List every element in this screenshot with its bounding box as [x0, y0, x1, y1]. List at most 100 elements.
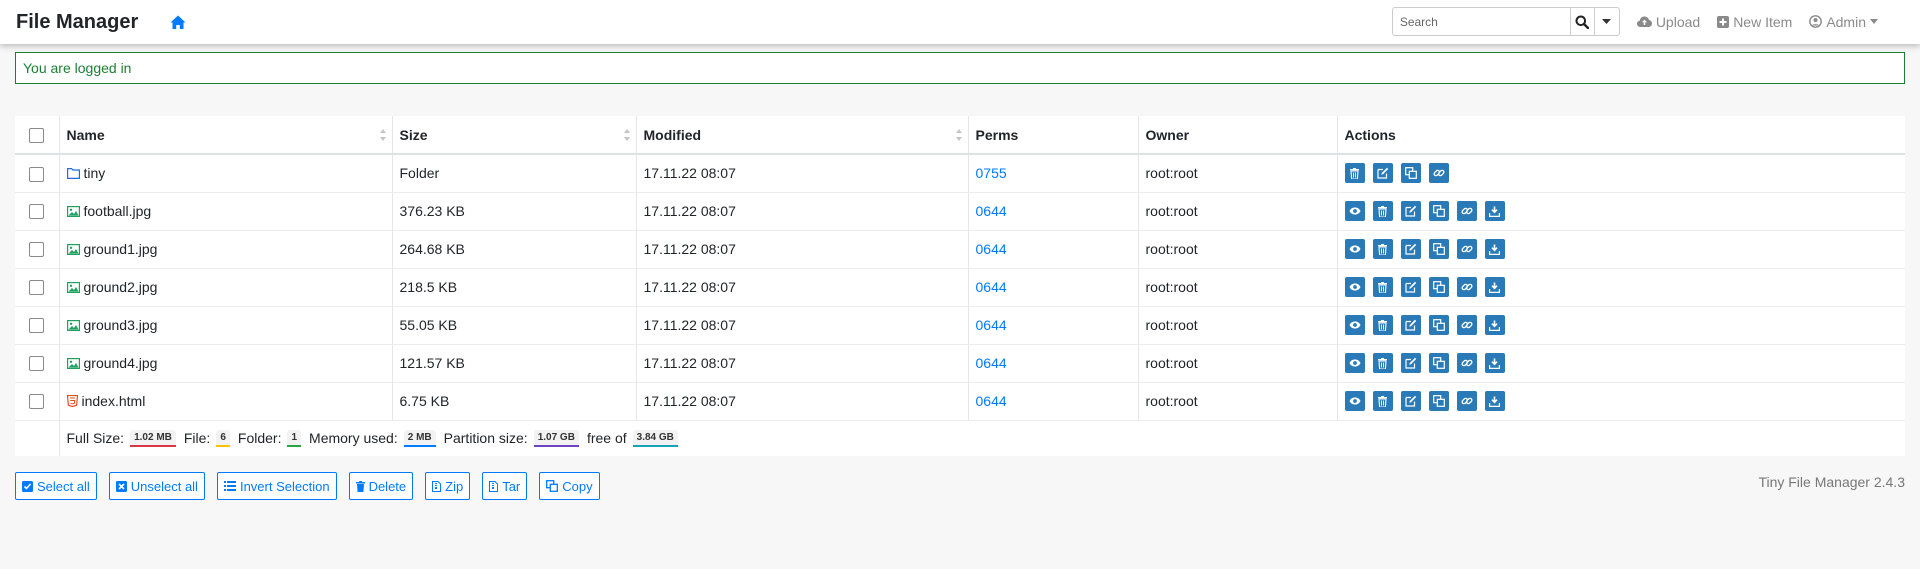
- file-name-cell[interactable]: ground1.jpg: [59, 229, 393, 268]
- table-row[interactable]: football.jpg 376.23 KB 17.11.22 08:07 06…: [15, 191, 1905, 230]
- file-name[interactable]: ground2.jpg: [84, 279, 158, 295]
- search-button[interactable]: [1569, 7, 1595, 36]
- copy-action-button[interactable]: [1428, 239, 1449, 259]
- table-row[interactable]: ground1.jpg 264.68 KB 17.11.22 08:07 064…: [15, 229, 1905, 268]
- edit-action-button[interactable]: [1400, 391, 1421, 411]
- image-icon: [66, 243, 80, 255]
- table-row[interactable]: ground4.jpg 121.57 KB 17.11.22 08:07 064…: [15, 343, 1905, 382]
- table-row[interactable]: tiny Folder 17.11.22 08:07 0755 root:roo…: [15, 154, 1905, 192]
- file-name[interactable]: tiny: [84, 165, 106, 181]
- perms-link[interactable]: 0644: [976, 241, 1007, 257]
- table-row[interactable]: index.html 6.75 KB 17.11.22 08:07 0644 r…: [15, 381, 1905, 420]
- link-action-button[interactable]: [1428, 163, 1449, 184]
- download-action-button[interactable]: [1484, 353, 1505, 373]
- file-name-cell[interactable]: tiny: [59, 154, 393, 192]
- view-action-button[interactable]: [1344, 315, 1365, 335]
- perms-link[interactable]: 0755: [976, 165, 1007, 181]
- edit-action-button[interactable]: [1400, 315, 1421, 335]
- link-action-button[interactable]: [1456, 239, 1477, 259]
- upload-link[interactable]: Upload: [1636, 14, 1700, 30]
- file-name[interactable]: index.html: [82, 393, 146, 409]
- table-row[interactable]: ground3.jpg 55.05 KB 17.11.22 08:07 0644…: [15, 305, 1905, 344]
- row-checkbox[interactable]: [29, 242, 45, 258]
- perms-link[interactable]: 0644: [976, 279, 1007, 295]
- row-checkbox[interactable]: [29, 280, 45, 296]
- link-action-button[interactable]: [1456, 353, 1477, 373]
- home-icon[interactable]: [170, 13, 188, 31]
- file-name[interactable]: ground3.jpg: [84, 317, 158, 333]
- zip-button[interactable]: Zip: [425, 472, 471, 500]
- copy-action-button[interactable]: [1428, 315, 1449, 335]
- column-header-size[interactable]: Size: [392, 116, 637, 155]
- app-title[interactable]: File Manager: [16, 11, 138, 34]
- user-menu[interactable]: Admin: [1809, 14, 1882, 30]
- link-icon: [1461, 395, 1473, 407]
- file-name-cell[interactable]: index.html: [59, 381, 393, 420]
- file-size: 55.05 KB: [392, 305, 637, 344]
- new-item-link[interactable]: New Item: [1717, 14, 1792, 30]
- file-name-cell[interactable]: ground3.jpg: [59, 305, 393, 344]
- search-options-dropdown[interactable]: [1594, 7, 1620, 36]
- file-name-cell[interactable]: ground2.jpg: [59, 267, 393, 306]
- view-action-button[interactable]: [1344, 277, 1365, 297]
- download-action-button[interactable]: [1484, 315, 1505, 335]
- delete-button[interactable]: Delete: [348, 472, 414, 500]
- edit-action-button[interactable]: [1400, 239, 1421, 259]
- edit-action-button[interactable]: [1400, 201, 1421, 221]
- file-name[interactable]: ground4.jpg: [84, 355, 158, 371]
- select-all-button[interactable]: Select all: [15, 472, 97, 500]
- file-name[interactable]: football.jpg: [84, 203, 152, 219]
- trash-action-button[interactable]: [1372, 277, 1393, 297]
- file-name-cell[interactable]: ground4.jpg: [59, 343, 393, 382]
- unselect-all-button[interactable]: Unselect all: [108, 472, 205, 500]
- trash-action-button[interactable]: [1372, 353, 1393, 373]
- file-archive-icon: [432, 480, 442, 492]
- perms-link[interactable]: 0644: [976, 355, 1007, 371]
- perms-link[interactable]: 0644: [976, 203, 1007, 219]
- row-checkbox[interactable]: [29, 318, 45, 334]
- row-checkbox[interactable]: [29, 204, 45, 220]
- row-checkbox[interactable]: [29, 394, 45, 410]
- trash-action-button[interactable]: [1344, 163, 1365, 184]
- file-name[interactable]: ground1.jpg: [84, 241, 158, 257]
- copy-action-button[interactable]: [1428, 353, 1449, 373]
- tar-button[interactable]: Tar: [482, 472, 528, 500]
- edit-action-button[interactable]: [1372, 163, 1393, 184]
- file-name-cell[interactable]: football.jpg: [59, 191, 393, 230]
- copy-action-button[interactable]: [1400, 163, 1421, 184]
- view-action-button[interactable]: [1344, 201, 1365, 221]
- view-action-button[interactable]: [1344, 353, 1365, 373]
- view-action-button[interactable]: [1344, 391, 1365, 411]
- trash-action-button[interactable]: [1372, 315, 1393, 335]
- copy-action-button[interactable]: [1428, 277, 1449, 297]
- invert-selection-button[interactable]: Invert Selection: [216, 472, 337, 500]
- perms-link[interactable]: 0644: [976, 317, 1007, 333]
- select-all-checkbox[interactable]: [29, 127, 45, 143]
- download-action-button[interactable]: [1484, 239, 1505, 259]
- row-checkbox[interactable]: [29, 356, 45, 372]
- search-input[interactable]: [1391, 7, 1570, 36]
- trash-action-button[interactable]: [1372, 201, 1393, 221]
- link-action-button[interactable]: [1456, 277, 1477, 297]
- table-row[interactable]: ground2.jpg 218.5 KB 17.11.22 08:07 0644…: [15, 267, 1905, 306]
- edit-action-button[interactable]: [1400, 277, 1421, 297]
- perms-link[interactable]: 0644: [976, 393, 1007, 409]
- view-action-button[interactable]: [1344, 239, 1365, 259]
- copy-action-button[interactable]: [1428, 201, 1449, 221]
- link-action-button[interactable]: [1456, 391, 1477, 411]
- link-action-button[interactable]: [1456, 315, 1477, 335]
- download-action-button[interactable]: [1484, 201, 1505, 221]
- column-header-name[interactable]: Name: [59, 116, 393, 155]
- column-header-modified[interactable]: Modified: [636, 116, 969, 155]
- row-checkbox[interactable]: [29, 166, 45, 182]
- column-header-owner: Owner: [1138, 116, 1338, 155]
- check-square-icon: [22, 480, 33, 492]
- trash-action-button[interactable]: [1372, 239, 1393, 259]
- trash-action-button[interactable]: [1372, 391, 1393, 411]
- link-action-button[interactable]: [1456, 201, 1477, 221]
- copy-button[interactable]: Copy: [539, 472, 600, 500]
- download-action-button[interactable]: [1484, 391, 1505, 411]
- download-action-button[interactable]: [1484, 277, 1505, 297]
- copy-action-button[interactable]: [1428, 391, 1449, 411]
- edit-action-button[interactable]: [1400, 353, 1421, 373]
